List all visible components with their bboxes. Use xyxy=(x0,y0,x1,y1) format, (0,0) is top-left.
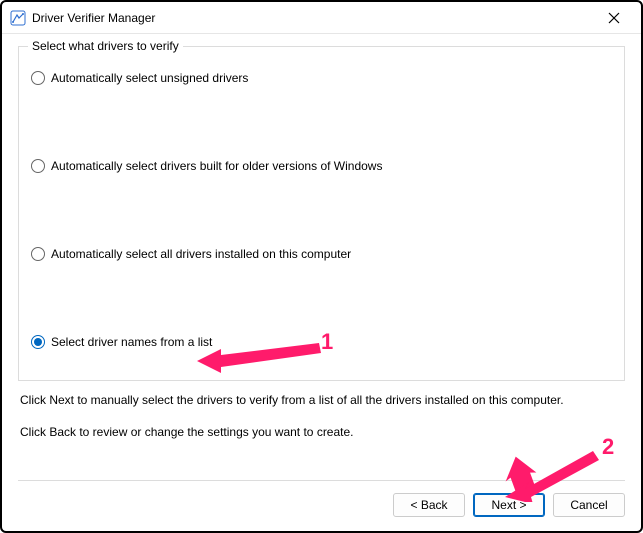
radio-all-installed-drivers[interactable]: Automatically select all drivers install… xyxy=(31,247,612,261)
radio-icon xyxy=(31,247,45,261)
close-button[interactable] xyxy=(591,3,637,33)
radio-label: Select driver names from a list xyxy=(51,335,212,349)
radio-label: Automatically select unsigned drivers xyxy=(51,71,248,85)
radio-label: Automatically select all drivers install… xyxy=(51,247,351,261)
button-row: < Back Next > Cancel xyxy=(393,493,625,517)
next-button[interactable]: Next > xyxy=(473,493,545,517)
app-icon xyxy=(10,10,26,26)
close-icon xyxy=(608,12,620,24)
separator xyxy=(18,480,625,481)
radio-icon-selected xyxy=(31,335,45,349)
window-title: Driver Verifier Manager xyxy=(32,11,155,25)
radio-unsigned-drivers[interactable]: Automatically select unsigned drivers xyxy=(31,71,612,85)
description-line: Click Next to manually select the driver… xyxy=(20,393,623,409)
radio-icon xyxy=(31,159,45,173)
radio-icon xyxy=(31,71,45,85)
radio-select-from-list[interactable]: Select driver names from a list xyxy=(31,335,612,349)
description-line: Click Back to review or change the setti… xyxy=(20,425,623,441)
radio-label: Automatically select drivers built for o… xyxy=(51,159,382,173)
cancel-button[interactable]: Cancel xyxy=(553,493,625,517)
group-legend: Select what drivers to verify xyxy=(28,39,183,53)
drivers-group: Select what drivers to verify Automatica… xyxy=(18,46,625,381)
back-button[interactable]: < Back xyxy=(393,493,465,517)
description-text: Click Next to manually select the driver… xyxy=(20,393,623,440)
radio-older-windows-drivers[interactable]: Automatically select drivers built for o… xyxy=(31,159,612,173)
titlebar: Driver Verifier Manager xyxy=(2,2,641,34)
